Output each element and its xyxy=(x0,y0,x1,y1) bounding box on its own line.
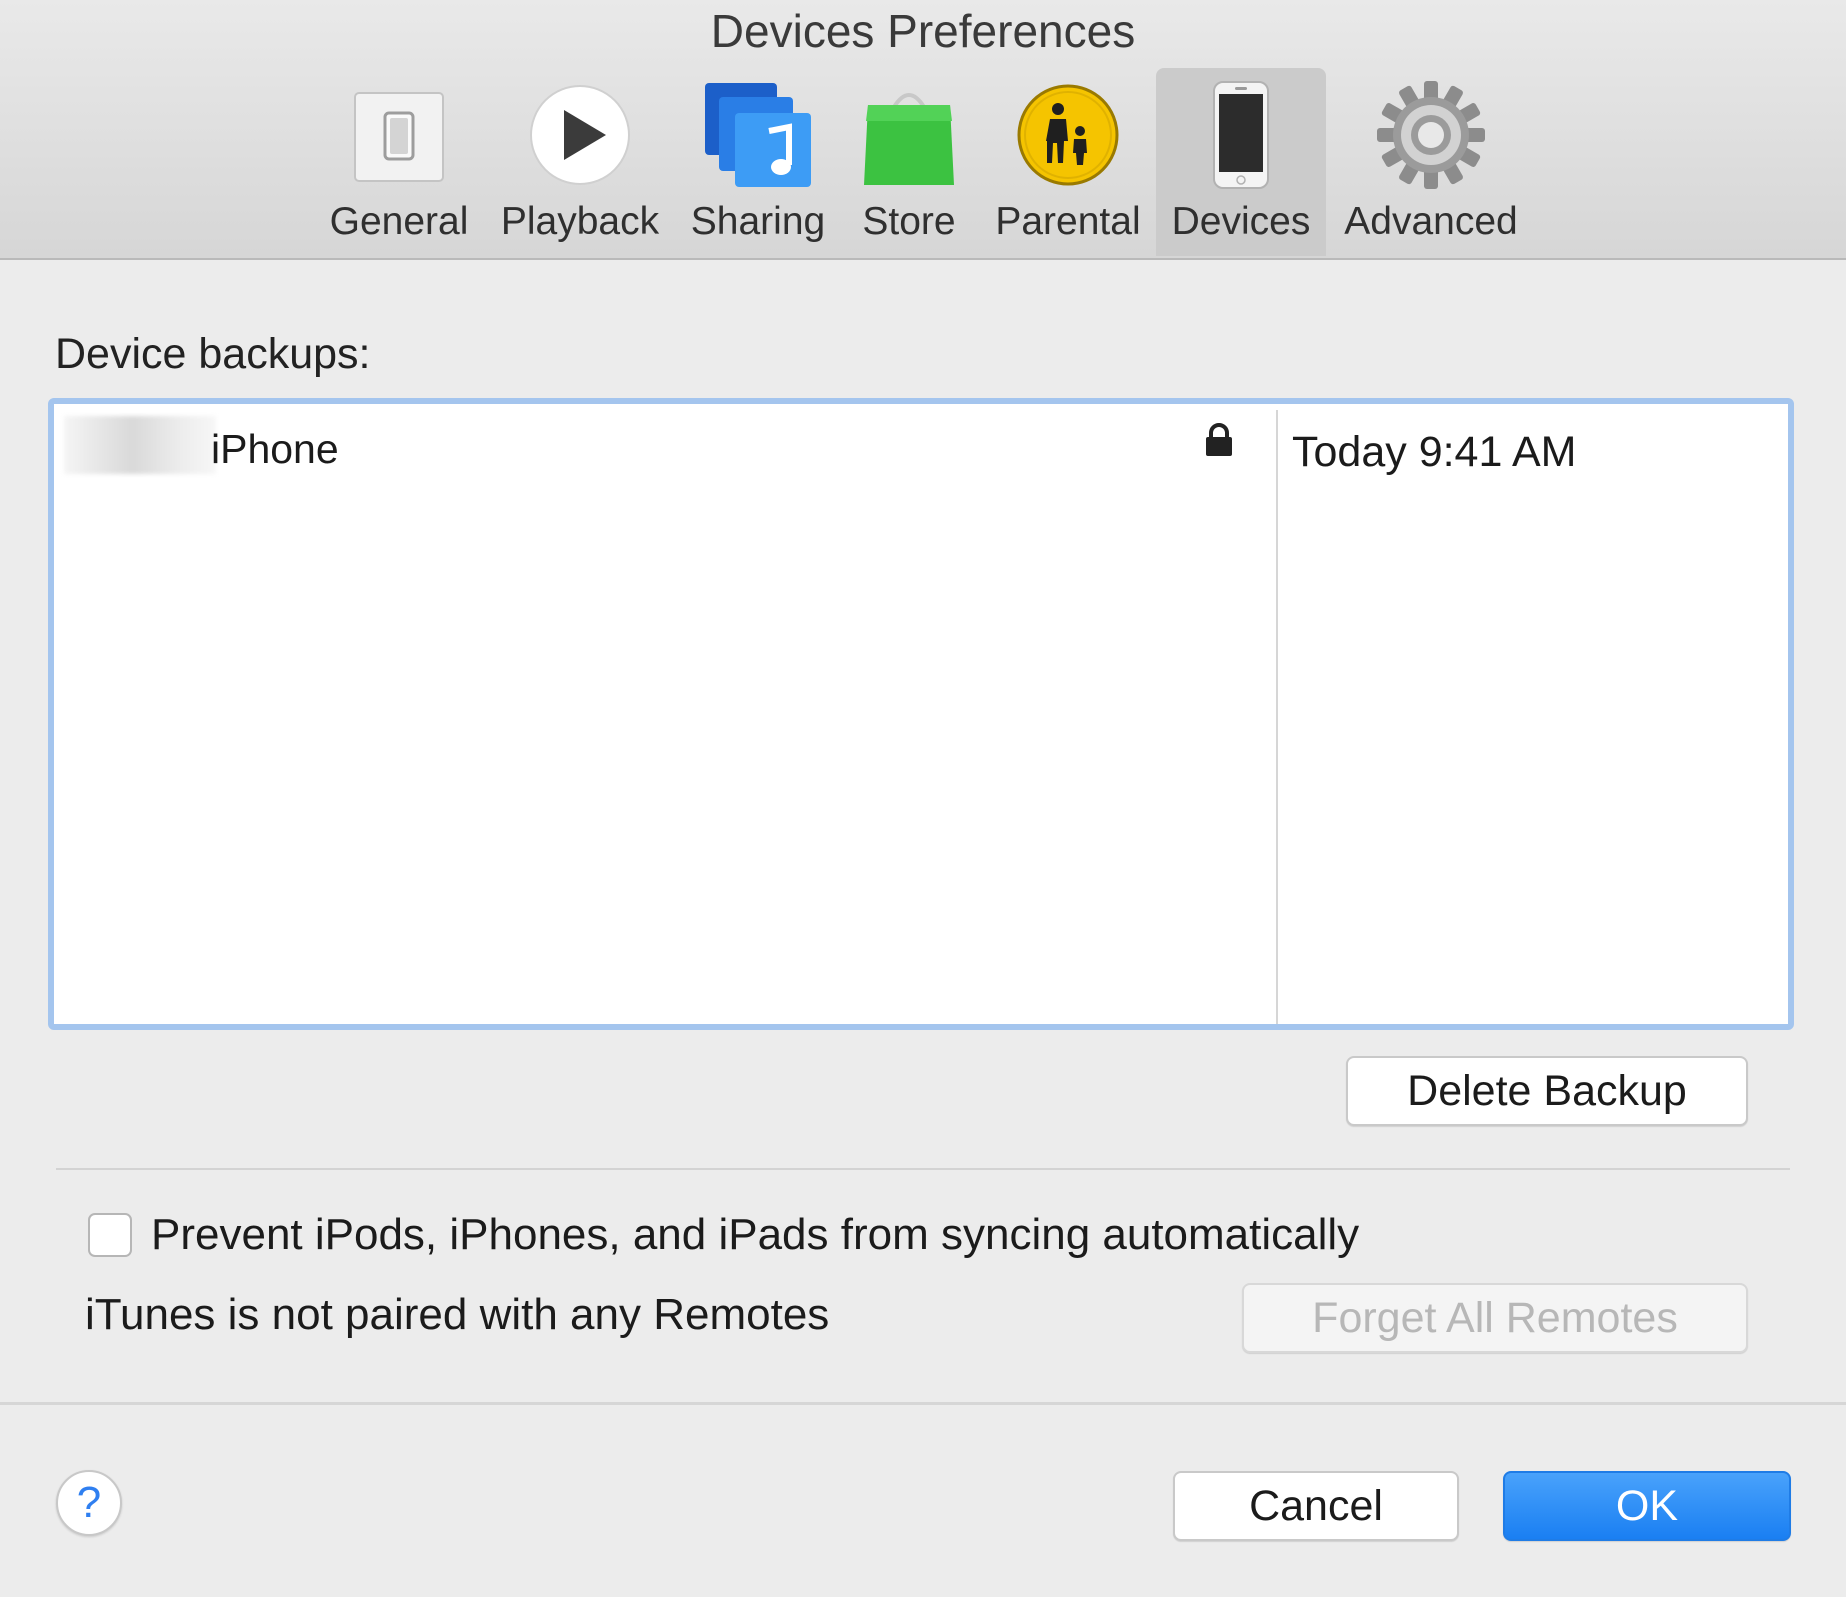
tab-general[interactable]: General xyxy=(322,68,476,256)
tab-advanced[interactable]: Advanced xyxy=(1340,68,1522,256)
tab-devices-label: Devices xyxy=(1171,200,1311,243)
cancel-button[interactable]: Cancel xyxy=(1173,1471,1459,1541)
tab-devices[interactable]: Devices xyxy=(1156,68,1326,256)
tab-parental[interactable]: Parental xyxy=(986,68,1150,256)
column-divider xyxy=(1276,410,1278,1024)
forget-all-remotes-button[interactable]: Forget All Remotes xyxy=(1242,1283,1748,1353)
section-divider xyxy=(56,1168,1790,1170)
tab-store-label: Store xyxy=(862,200,956,243)
prevent-sync-label: Prevent iPods, iPhones, and iPads from s… xyxy=(151,1210,1360,1259)
gear-icon xyxy=(1371,76,1491,194)
backup-row[interactable]: iPhone Today 9:41 AM xyxy=(54,412,1788,482)
ok-button[interactable]: OK xyxy=(1503,1471,1791,1541)
tab-sharing-label: Sharing xyxy=(690,200,826,243)
backup-device-name: iPhone xyxy=(211,426,339,472)
device-backups-label: Device backups: xyxy=(55,330,371,378)
prevent-sync-checkbox[interactable] xyxy=(88,1213,132,1257)
iphone-icon xyxy=(1181,76,1301,194)
tab-advanced-label: Advanced xyxy=(1344,200,1518,243)
redacted-owner-name xyxy=(64,416,216,474)
device-backups-table[interactable]: iPhone Today 9:41 AM xyxy=(48,398,1794,1030)
footer-divider xyxy=(0,1402,1846,1405)
tab-playback-label: Playback xyxy=(500,200,660,243)
play-icon xyxy=(520,76,640,194)
tab-general-label: General xyxy=(329,200,469,243)
question-mark-icon: ? xyxy=(76,1478,102,1527)
window-title: Devices Preferences xyxy=(710,5,1136,57)
sharing-music-icon xyxy=(698,76,818,194)
parental-icon xyxy=(1008,76,1128,194)
lock-icon xyxy=(1204,422,1234,463)
tab-store[interactable]: Store xyxy=(852,68,966,256)
tab-parental-label: Parental xyxy=(995,200,1141,243)
store-bag-icon xyxy=(849,76,969,194)
help-button[interactable]: ? xyxy=(56,1470,122,1536)
general-switch-icon xyxy=(339,76,459,194)
remotes-status-text: iTunes is not paired with any Remotes xyxy=(85,1290,830,1339)
tab-playback[interactable]: Playback xyxy=(495,68,665,256)
tab-sharing[interactable]: Sharing xyxy=(684,68,832,256)
preferences-toolbar: Devices Preferences General Playback Sha… xyxy=(0,0,1846,260)
delete-backup-button[interactable]: Delete Backup xyxy=(1346,1056,1748,1126)
backup-date: Today 9:41 AM xyxy=(1292,428,1577,476)
